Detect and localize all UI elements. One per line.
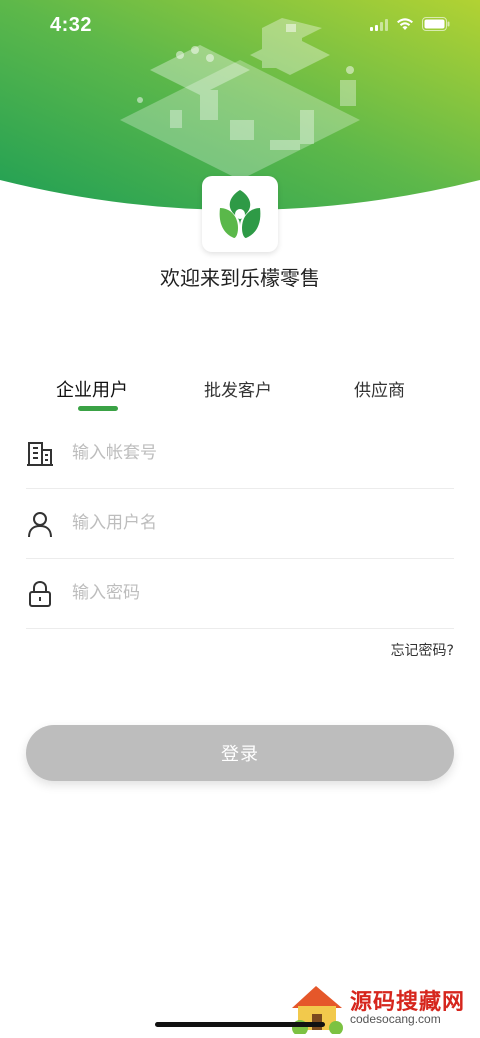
app-logo <box>202 176 278 252</box>
forgot-password-link[interactable]: 忘记密码? <box>391 640 454 660</box>
user-icon <box>26 510 54 538</box>
leaf-logo-icon <box>219 190 261 238</box>
password-input[interactable] <box>72 576 432 610</box>
tab-wholesale-customer[interactable]: 批发客户 <box>204 376 272 401</box>
home-indicator <box>155 1022 325 1027</box>
status-bar: 4:32 <box>0 0 480 54</box>
account-field-row <box>26 418 454 489</box>
building-icon <box>26 440 54 468</box>
battery-icon <box>422 17 450 36</box>
username-input[interactable] <box>72 506 432 540</box>
active-tab-indicator <box>78 406 118 411</box>
welcome-title: 欢迎来到乐檬零售 <box>160 266 320 290</box>
username-field-row <box>26 488 454 559</box>
user-type-tabs: 企业用户 批发客户 供应商 <box>0 372 480 422</box>
tab-enterprise-user[interactable]: 企业用户 <box>56 376 128 402</box>
status-time: 4:32 <box>50 14 93 36</box>
signal-icon <box>370 18 388 36</box>
tab-supplier[interactable]: 供应商 <box>354 376 405 401</box>
watermark-subtitle: codesocang.com <box>350 1012 441 1026</box>
lock-icon <box>26 580 54 608</box>
login-button[interactable]: 登录 <box>26 725 454 781</box>
status-icons <box>370 17 450 36</box>
wifi-icon <box>396 17 414 36</box>
password-field-row <box>26 558 454 629</box>
account-input[interactable] <box>72 436 432 470</box>
